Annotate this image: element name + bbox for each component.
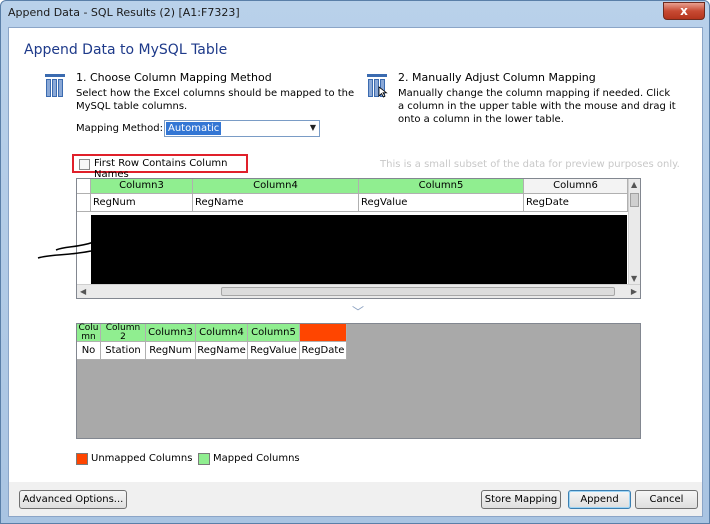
chevron-down-icon: ﹀ (352, 305, 365, 319)
upper-field-name: RegDate (524, 194, 628, 212)
upper-col-header[interactable]: Column5 (359, 179, 524, 194)
lower-col-header[interactable]: Column5 (248, 324, 300, 342)
horizontal-scrollbar[interactable]: ◀ ▶ (77, 284, 640, 298)
upper-field-name: RegName (193, 194, 359, 212)
step2-desc-line3: onto a column in the lower table. (398, 114, 564, 125)
table-mapping-icon (45, 74, 65, 98)
chevron-down-icon: ▼ (309, 123, 316, 132)
first-row-checkbox[interactable] (79, 159, 90, 170)
cancel-button[interactable]: Cancel (635, 490, 698, 509)
lower-column-name[interactable]: RegNum (146, 342, 196, 360)
upper-col-header[interactable]: Column6 (524, 179, 628, 194)
upper-field-name: RegNum (91, 194, 193, 212)
target-table-grid[interactable]: Colu mn Column 2 Column3 Column4 Column5 N… (76, 323, 641, 439)
row-header (77, 194, 91, 212)
redacted-data-block (91, 215, 627, 285)
lower-col-header-unmapped[interactable] (300, 324, 347, 342)
unmapped-legend-swatch (76, 453, 88, 465)
scroll-right-icon[interactable]: ▶ (631, 287, 637, 296)
mapped-legend-label: Mapped Columns (213, 453, 300, 464)
vertical-scroll-thumb[interactable] (630, 193, 639, 207)
step1-desc-line1: Select how the Excel columns should be m… (76, 88, 355, 99)
close-button[interactable]: x (663, 2, 705, 20)
step1-desc-line2: MySQL table columns. (76, 101, 188, 112)
dialog-content: Append Data to MySQL Table 1. Choose Col… (9, 28, 702, 482)
dialog-client: Append Data to MySQL Table 1. Choose Col… (8, 27, 703, 517)
horizontal-scroll-thumb[interactable] (221, 287, 615, 296)
upper-col-header[interactable]: Column4 (193, 179, 359, 194)
scroll-left-icon[interactable]: ◀ (80, 287, 86, 296)
lower-col-header[interactable]: Colu mn (77, 324, 101, 342)
unmapped-legend-label: Unmapped Columns (91, 453, 193, 464)
lower-col-header[interactable]: Column4 (196, 324, 248, 342)
lower-col-header[interactable]: Column3 (146, 324, 196, 342)
table-drag-icon (367, 74, 388, 98)
title-bar[interactable]: Append Data - SQL Results (2) [A1:F7323]… (1, 1, 709, 27)
scroll-down-icon[interactable]: ▼ (631, 274, 637, 283)
upper-subheader-row: RegNum RegName RegValue RegDate (77, 194, 628, 212)
mapping-method-value: Automatic (166, 122, 222, 135)
dialog-window: Append Data - SQL Results (2) [A1:F7323]… (0, 0, 710, 524)
first-row-label[interactable]: First Row Contains Column Names (94, 158, 246, 180)
upper-col-header[interactable]: Column3 (91, 179, 193, 194)
lower-column-name[interactable]: No (77, 342, 101, 360)
advanced-options-button[interactable]: Advanced Options... (19, 490, 127, 509)
scroll-up-icon[interactable]: ▲ (631, 180, 637, 189)
preview-note: This is a small subset of the data for p… (380, 159, 680, 170)
vertical-scrollbar[interactable]: ▲ ▼ (628, 179, 640, 284)
lower-column-name[interactable]: RegDate (300, 342, 347, 360)
window-title: Append Data - SQL Results (2) [A1:F7323] (8, 6, 240, 19)
lower-column-name[interactable]: RegValue (248, 342, 300, 360)
mapping-method-select[interactable]: Automatic ▼ (164, 120, 320, 137)
mapping-method-label: Mapping Method: (76, 123, 163, 134)
row-header-corner (77, 179, 91, 194)
upper-header-row: Column3 Column4 Column5 Column6 (77, 179, 628, 194)
store-mapping-button[interactable]: Store Mapping (481, 490, 561, 509)
dialog-heading: Append Data to MySQL Table (24, 42, 228, 58)
first-row-highlight: First Row Contains Column Names (72, 154, 248, 180)
step2-title: 2. Manually Adjust Column Mapping (398, 71, 596, 84)
lower-column-name[interactable]: Station (101, 342, 146, 360)
pen-scribble-icon (37, 241, 95, 259)
mapped-legend-swatch (198, 453, 210, 465)
append-button[interactable]: Append (568, 490, 631, 509)
lower-col-header[interactable]: Column 2 (101, 324, 146, 342)
step2-desc-line2: a column in the upper table with the mou… (398, 101, 676, 112)
step2-desc-line1: Manually change the column mapping if ne… (398, 88, 671, 99)
step1-title: 1. Choose Column Mapping Method (76, 71, 272, 84)
upper-field-name: RegValue (359, 194, 524, 212)
lower-column-name[interactable]: RegName (196, 342, 248, 360)
source-data-grid[interactable]: Column3 Column4 Column5 Column6 RegNum R… (76, 178, 641, 299)
